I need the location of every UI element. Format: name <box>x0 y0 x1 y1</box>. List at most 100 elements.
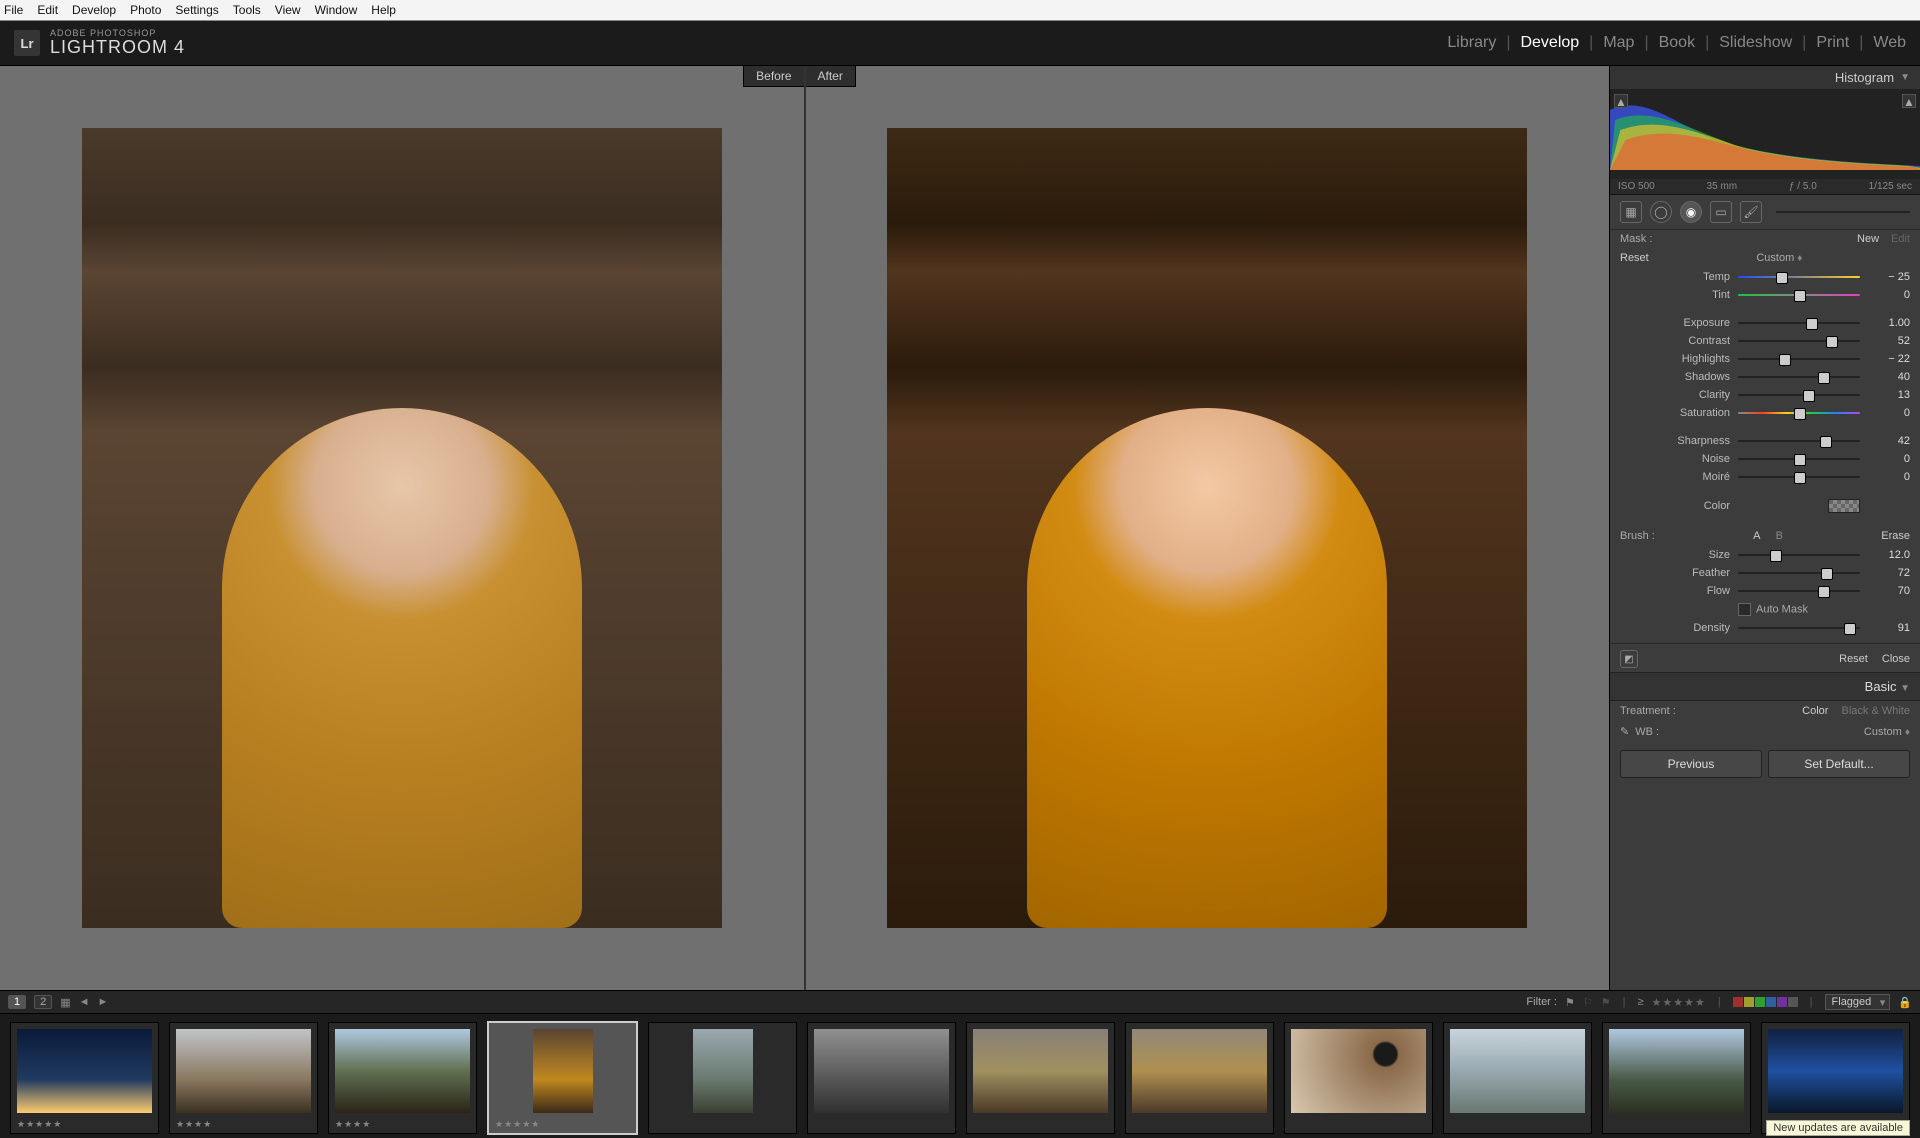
brush-size-value[interactable]: 12.0 <box>1860 549 1910 561</box>
menu-help[interactable]: Help <box>371 3 396 17</box>
brush-a-button[interactable]: A <box>1753 530 1760 542</box>
thumb-4[interactable] <box>648 1022 797 1134</box>
effect-preset[interactable]: Custom <box>1756 252 1794 264</box>
thumb-10[interactable] <box>1602 1022 1751 1134</box>
filmstrip-thumbs[interactable]: ★★★★★ ★★★★ ★★★★ ★★★★★ <box>0 1014 1920 1138</box>
main-display-button[interactable]: 1 <box>8 995 26 1009</box>
thumb-1[interactable]: ★★★★ <box>169 1022 318 1134</box>
brush-flow-slider[interactable] <box>1738 586 1860 596</box>
saturation-value[interactable]: 0 <box>1860 407 1910 419</box>
density-slider[interactable] <box>1738 623 1860 633</box>
temp-value[interactable]: − 25 <box>1860 271 1910 283</box>
tint-slider[interactable] <box>1738 290 1860 300</box>
spot-tool-icon[interactable]: ◯ <box>1650 201 1672 223</box>
module-library[interactable]: Library <box>1447 34 1496 52</box>
status-toast[interactable]: New updates are available <box>1766 1120 1910 1136</box>
highlights-value[interactable]: − 22 <box>1860 353 1910 365</box>
thumb-6[interactable] <box>966 1022 1115 1134</box>
noise-slider[interactable] <box>1738 454 1860 464</box>
filter-preset-select[interactable]: Flagged <box>1825 994 1891 1010</box>
second-display-button[interactable]: 2 <box>34 995 52 1009</box>
menu-tools[interactable]: Tools <box>233 3 261 17</box>
pin-toggle-icon[interactable]: ◩ <box>1620 650 1638 668</box>
previous-button[interactable]: Previous <box>1620 750 1762 778</box>
thumb-7[interactable] <box>1125 1022 1274 1134</box>
flag-picked-icon[interactable]: ⚑ <box>1565 996 1575 1009</box>
thumb-9[interactable] <box>1443 1022 1592 1134</box>
automask-checkbox[interactable] <box>1738 603 1751 616</box>
shadows-slider[interactable] <box>1738 372 1860 382</box>
brush-feather-slider[interactable] <box>1738 568 1860 578</box>
redeye-tool-icon[interactable]: ◉ <box>1680 201 1702 223</box>
tint-value[interactable]: 0 <box>1860 289 1910 301</box>
module-slideshow[interactable]: Slideshow <box>1719 34 1792 52</box>
menu-edit[interactable]: Edit <box>37 3 58 17</box>
moiré-value[interactable]: 0 <box>1860 471 1910 483</box>
thumb-11[interactable] <box>1761 1022 1910 1134</box>
brush-erase-button[interactable]: Erase <box>1881 530 1910 542</box>
brush-size-slider[interactable] <box>1738 550 1860 560</box>
color-filter[interactable] <box>1733 997 1798 1007</box>
color-swatch[interactable] <box>1828 499 1860 513</box>
basic-panel-header[interactable]: Basic ▼ <box>1610 672 1920 701</box>
contrast-slider[interactable] <box>1738 336 1860 346</box>
menu-photo[interactable]: Photo <box>130 3 161 17</box>
exposure-value[interactable]: 1.00 <box>1860 317 1910 329</box>
eyedropper-icon[interactable]: ✎ <box>1620 725 1629 738</box>
menu-file[interactable]: File <box>4 3 23 17</box>
module-book[interactable]: Book <box>1659 34 1695 52</box>
shadows-value[interactable]: 40 <box>1860 371 1910 383</box>
canvas-after[interactable]: After <box>806 66 1610 990</box>
highlight-clip-icon[interactable]: ▲ <box>1902 94 1916 108</box>
highlights-slider[interactable] <box>1738 354 1860 364</box>
module-print[interactable]: Print <box>1816 34 1849 52</box>
thumb-2[interactable]: ★★★★ <box>328 1022 477 1134</box>
thumb-3[interactable]: ★★★★★ <box>487 1021 638 1135</box>
shadow-clip-icon[interactable]: ▲ <box>1614 94 1628 108</box>
nav-back-icon[interactable]: ◄ <box>79 996 90 1008</box>
contrast-value[interactable]: 52 <box>1860 335 1910 347</box>
clarity-slider[interactable] <box>1738 390 1860 400</box>
mask-close-button[interactable]: Close <box>1882 653 1910 665</box>
module-develop[interactable]: Develop <box>1520 34 1579 52</box>
menu-settings[interactable]: Settings <box>175 3 218 17</box>
thumb-0[interactable]: ★★★★★ <box>10 1022 159 1134</box>
grid-view-icon[interactable]: ▦ <box>60 996 70 1009</box>
flag-rejected-icon[interactable]: ⚑ <box>1601 996 1611 1009</box>
module-web[interactable]: Web <box>1873 34 1906 52</box>
menu-view[interactable]: View <box>275 3 301 17</box>
treatment-bw-button[interactable]: Black & White <box>1842 705 1910 717</box>
tool-slider[interactable] <box>1776 211 1910 213</box>
wb-value[interactable]: Custom <box>1864 726 1902 738</box>
effect-reset-button[interactable]: Reset <box>1620 252 1649 264</box>
mask-reset-button[interactable]: Reset <box>1839 653 1868 665</box>
moiré-slider[interactable] <box>1738 472 1860 482</box>
density-value[interactable]: 91 <box>1860 622 1910 634</box>
brush-b-button[interactable]: B <box>1776 530 1783 542</box>
nav-fwd-icon[interactable]: ► <box>98 996 109 1008</box>
menu-window[interactable]: Window <box>315 3 358 17</box>
brush-feather-value[interactable]: 72 <box>1860 567 1910 579</box>
sharpness-value[interactable]: 42 <box>1860 435 1910 447</box>
canvas-before[interactable]: Before <box>0 66 806 990</box>
noise-value[interactable]: 0 <box>1860 453 1910 465</box>
thumb-8[interactable] <box>1284 1022 1433 1134</box>
module-map[interactable]: Map <box>1603 34 1634 52</box>
set-default-button[interactable]: Set Default... <box>1768 750 1910 778</box>
menu-develop[interactable]: Develop <box>72 3 116 17</box>
saturation-slider[interactable] <box>1738 408 1860 418</box>
rating-filter[interactable]: ★★★★★ <box>1652 996 1706 1009</box>
clarity-value[interactable]: 13 <box>1860 389 1910 401</box>
mask-new-button[interactable]: New <box>1857 233 1879 245</box>
histogram-header[interactable]: Histogram ▼ <box>1610 66 1920 90</box>
gradient-tool-icon[interactable]: ▭ <box>1710 201 1732 223</box>
sharpness-slider[interactable] <box>1738 436 1860 446</box>
treatment-color-button[interactable]: Color <box>1802 705 1828 717</box>
exposure-slider[interactable] <box>1738 318 1860 328</box>
brush-tool-icon[interactable]: 🖌 <box>1740 201 1762 223</box>
thumb-5[interactable] <box>807 1022 956 1134</box>
flag-unflagged-icon[interactable]: ⚐ <box>1583 996 1593 1009</box>
filter-lock-icon[interactable]: 🔒 <box>1898 996 1912 1009</box>
temp-slider[interactable] <box>1738 272 1860 282</box>
crop-tool-icon[interactable]: ▦ <box>1620 201 1642 223</box>
